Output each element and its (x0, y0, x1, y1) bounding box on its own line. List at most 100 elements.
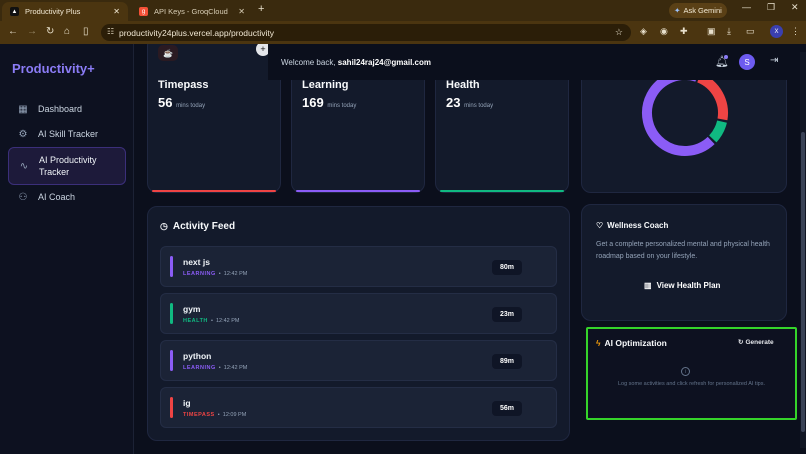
stat-value: 56 mins today (158, 95, 206, 110)
activity-row[interactable]: next js LEARNING • 12:42 PM 80m (160, 246, 557, 287)
sidebar-item-label: Dashboard (38, 104, 83, 114)
sidebar-item-label: AI Productivity Tracker (39, 155, 97, 177)
wellness-description: Get a complete personalized mental and p… (596, 241, 770, 260)
browser-tab-bar: ▲ Productivity Plus ✕ g API Keys - GroqC… (0, 0, 806, 21)
ask-gemini-button[interactable]: ✦ Ask Gemini (669, 3, 727, 18)
extension-game-icon[interactable]: ◉ (660, 26, 668, 37)
app-page: ☕ + Timepass 56 mins today Learning 169 … (0, 44, 806, 454)
stat-label: Learning (302, 79, 349, 91)
gemini-icon: ✦ (674, 6, 681, 15)
category-accent-bar (170, 256, 173, 277)
close-tab-icon[interactable]: ✕ (238, 7, 245, 16)
address-bar[interactable]: ☷ productivity24plus.vercel.app/producti… (101, 24, 631, 41)
category-accent-bar (170, 350, 173, 371)
users-icon: ⚇ (18, 191, 28, 203)
ai-empty-message: Log some activities and click refresh fo… (617, 381, 766, 387)
reload-icon[interactable]: ↻ (46, 26, 54, 37)
home-icon[interactable]: ⌂ (64, 26, 70, 37)
user-email: sahil24raj24@gmail.com (337, 58, 431, 67)
category-accent-bar (170, 397, 173, 418)
donut-segment-learning (642, 70, 715, 156)
heart-icon: ♡ (596, 221, 604, 230)
generate-button[interactable]: ↻ Generate (738, 338, 774, 346)
forward-arrow-icon[interactable]: → (27, 26, 37, 37)
brand-logo: Productivity+ (12, 61, 95, 76)
ai-optimization-title: ϟ AI Optimization (596, 338, 667, 348)
app-favicon-icon: ▲ (10, 7, 19, 16)
ask-gemini-label: Ask Gemini (683, 6, 722, 15)
activity-row[interactable]: ig TIMEPASS • 12:09 PM 56m (160, 387, 557, 428)
activity-name: python (183, 351, 212, 361)
activity-feed-title: ◷ Activity Feed (160, 221, 236, 232)
tab-api-keys[interactable]: g API Keys - GroqCloud ✕ (131, 2, 253, 21)
activity-meta: HEALTH • 12:42 PM (183, 318, 240, 324)
stat-value: 23 mins today (446, 95, 494, 110)
welcome-text: Welcome back, sahil24raj24@gmail.com (281, 58, 431, 67)
gear-icon: ⚙ (18, 128, 28, 140)
sidebar-item-ai-coach[interactable]: ⚇ AI Coach (8, 185, 126, 209)
coffee-cup-icon: ☕ (158, 45, 178, 61)
stat-accent-bar (440, 190, 564, 192)
category-accent-bar (170, 303, 173, 324)
sidebar: Productivity+ ▦ Dashboard ⚙ AI Skill Tra… (0, 44, 134, 454)
stat-accent-bar (152, 190, 276, 192)
browser-menu-icon[interactable]: ⋮ (791, 26, 800, 37)
grid-icon: ▦ (18, 103, 28, 115)
notification-dot (724, 55, 728, 59)
sidebar-item-label: AI Skill Tracker (38, 129, 99, 139)
stat-accent-bar (296, 190, 420, 192)
minimize-icon[interactable]: — (742, 2, 751, 12)
activity-meta: LEARNING • 12:42 PM (183, 365, 248, 371)
close-window-icon[interactable]: ✕ (791, 2, 799, 13)
activity-row[interactable]: gym HEALTH • 12:42 PM 23m (160, 293, 557, 334)
sidebar-item-dashboard[interactable]: ▦ Dashboard (8, 97, 126, 121)
activity-name: ig (183, 398, 191, 408)
maximize-icon[interactable]: ❐ (767, 2, 775, 13)
wellness-coach-card: ♡ Wellness Coach Get a complete personali… (581, 204, 787, 321)
stat-value: 169 mins today (302, 95, 357, 110)
view-health-plan-button[interactable]: ▥ View Health Plan (644, 281, 720, 290)
duration-badge: 80m (492, 260, 522, 275)
sidebar-item-ai-productivity-tracker[interactable]: ∿ AI Productivity Tracker (8, 147, 126, 185)
extensions-puzzle-icon[interactable]: ✚ (680, 26, 688, 37)
browser-profile-avatar[interactable]: X (770, 25, 783, 38)
stat-label: Health (446, 79, 480, 91)
sidebar-panel-icon[interactable]: ▯ (83, 26, 89, 37)
user-avatar[interactable]: S (739, 54, 755, 70)
activity-meta: LEARNING • 12:42 PM (183, 271, 248, 277)
stat-card-timepass: ☕ + Timepass 56 mins today (147, 44, 281, 193)
tab-productivity-plus[interactable]: ▲ Productivity Plus ✕ (2, 2, 128, 21)
activity-icon: ∿ (19, 160, 29, 172)
extension-shield-icon[interactable]: ◈ (640, 26, 647, 37)
info-icon: i (681, 367, 690, 376)
wellness-title: ♡ Wellness Coach (596, 221, 669, 230)
bookmark-star-icon[interactable]: ☆ (615, 27, 623, 38)
close-tab-icon[interactable]: ✕ (113, 7, 120, 16)
browser-toolbar: ← → ↻ ⌂ ▯ ☷ productivity24plus.vercel.ap… (0, 21, 806, 44)
stat-label: Timepass (158, 79, 209, 91)
site-info-icon[interactable]: ☷ (107, 27, 114, 36)
map-icon: ▥ (644, 281, 652, 290)
logout-icon[interactable]: ⇥ (770, 55, 778, 66)
refresh-icon: ↻ (738, 339, 744, 346)
back-arrow-icon[interactable]: ← (8, 26, 18, 37)
scrollbar-thumb[interactable] (801, 132, 805, 432)
activity-row[interactable]: python LEARNING • 12:42 PM 89m (160, 340, 557, 381)
tab-title: API Keys - GroqCloud (154, 7, 228, 16)
cast-icon[interactable]: ▭ (746, 26, 755, 37)
sidebar-item-label: AI Coach (38, 192, 76, 202)
new-tab-button[interactable]: + (258, 3, 264, 15)
sidebar-item-ai-skill-tracker[interactable]: ⚙ AI Skill Tracker (8, 122, 126, 146)
donut-segment-timepass (697, 73, 728, 121)
duration-badge: 89m (492, 354, 522, 369)
clock-icon: ◷ (160, 221, 168, 231)
download-icon[interactable]: ⤓ (727, 26, 731, 37)
lightning-icon: ϟ (596, 338, 601, 348)
duration-badge: 23m (492, 307, 522, 322)
activity-meta: TIMEPASS • 12:09 PM (183, 412, 247, 418)
activity-feed-card: ◷ Activity Feed next js LEARNING • 12:42… (147, 206, 570, 441)
screenshot-icon[interactable]: ▣ (707, 26, 716, 37)
duration-badge: 56m (492, 401, 522, 416)
donut-segment-health (708, 120, 727, 143)
url-text: productivity24plus.vercel.app/productivi… (119, 27, 274, 38)
